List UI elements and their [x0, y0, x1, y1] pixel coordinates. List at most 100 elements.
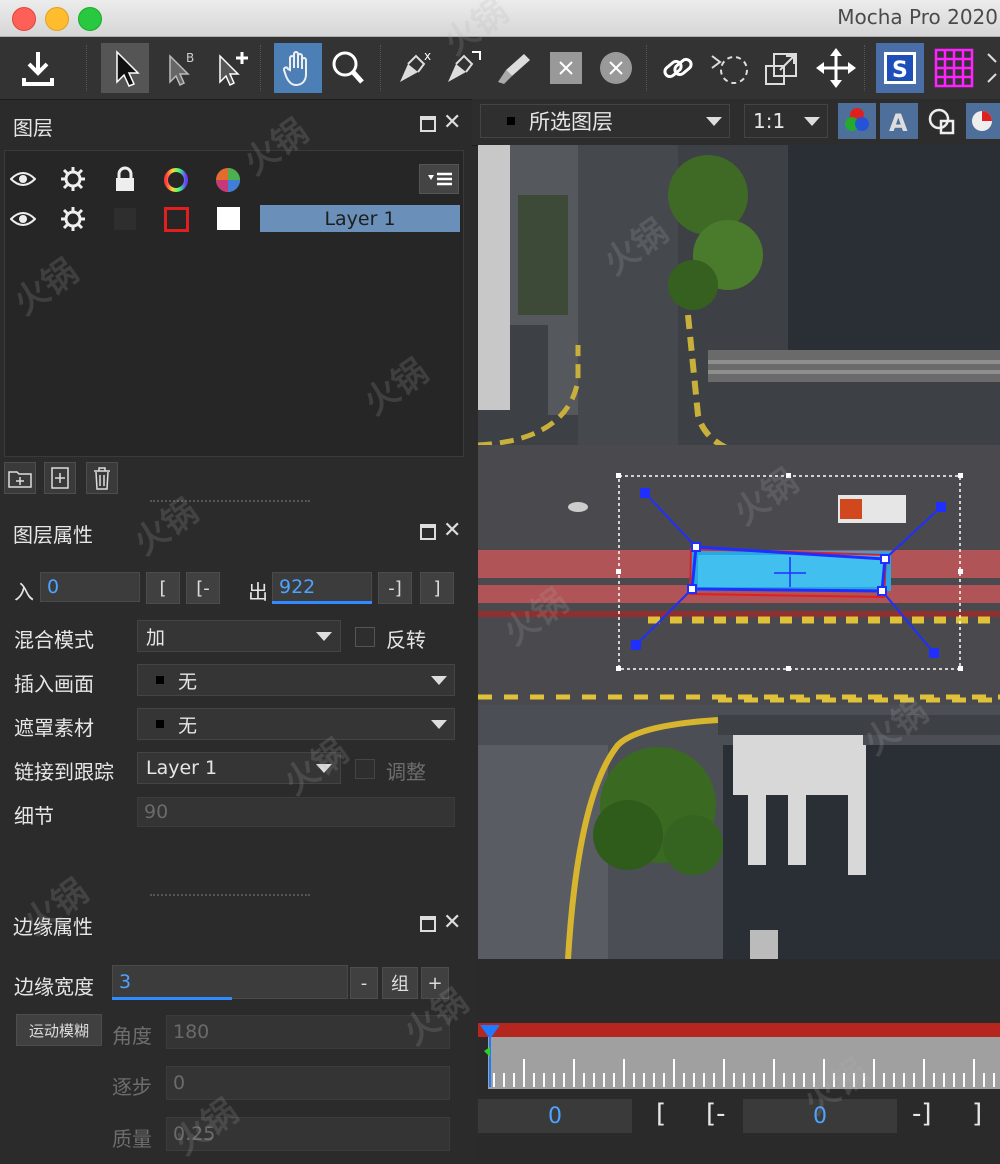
layer-menu-icon[interactable]: [419, 164, 459, 194]
angle-label: 角度: [112, 1024, 152, 1048]
pin-icon[interactable]: [420, 116, 436, 132]
invert-checkbox[interactable]: [355, 627, 375, 647]
fit-icon[interactable]: [984, 43, 1000, 93]
circle-x-icon[interactable]: [592, 43, 640, 93]
adjust-checkbox[interactable]: [355, 759, 375, 779]
layer-props-title: 图层属性: [13, 523, 93, 547]
timeline-set-in-button[interactable]: [-: [706, 1099, 726, 1129]
matte-clip-label: 遮罩素材: [14, 716, 94, 740]
toolbar-separator: [380, 45, 387, 91]
select-point-icon[interactable]: B: [156, 43, 204, 93]
timeline-in-bracket-button[interactable]: [: [656, 1099, 666, 1129]
layers-panel-title: 图层: [13, 116, 53, 140]
alpha-channel-icon[interactable]: A: [880, 103, 918, 139]
link-icon[interactable]: [654, 43, 702, 93]
step-field[interactable]: 0: [166, 1066, 450, 1100]
layer-lock-toggle[interactable]: [114, 208, 136, 230]
layer-swatch-icon: [507, 117, 515, 125]
color-palette-icon[interactable]: [214, 166, 242, 198]
close-icon[interactable]: ✕: [443, 910, 461, 935]
out-point-field[interactable]: 922: [272, 572, 372, 602]
layer-name-layer-1[interactable]: Layer 1: [260, 205, 460, 232]
view-layer-select[interactable]: 所选图层: [480, 104, 730, 138]
chevron-down-icon: [804, 117, 820, 126]
grid-icon[interactable]: [930, 43, 978, 93]
quality-field[interactable]: 0.25: [166, 1117, 450, 1151]
svg-text:x: x: [424, 49, 431, 63]
layer-visibility-icon[interactable]: [9, 208, 37, 234]
blend-mode-select[interactable]: 加: [137, 620, 341, 652]
toolbar-separator: [864, 45, 871, 91]
detail-field[interactable]: 90: [137, 797, 455, 827]
motion-blur-button[interactable]: 运动模糊: [16, 1014, 102, 1046]
new-layer-folder-icon[interactable]: [4, 462, 36, 494]
pin-icon[interactable]: [420, 524, 436, 540]
close-window-button[interactable]: [12, 7, 36, 31]
timeline-range-bar[interactable]: [478, 1023, 1000, 1037]
out-field-focus-line: [272, 601, 372, 604]
out-bracket-button[interactable]: ]: [420, 572, 454, 604]
close-icon[interactable]: ✕: [443, 518, 461, 543]
edge-width-field[interactable]: 3: [112, 965, 348, 999]
current-frame-field[interactable]: 0: [478, 1099, 632, 1133]
eye-icon[interactable]: [9, 168, 37, 194]
gear-icon[interactable]: [60, 166, 86, 196]
panel-divider: [150, 500, 310, 502]
clip-swatch-icon: [156, 720, 164, 728]
matte-clip-select[interactable]: 无: [137, 708, 455, 740]
select-arrow-icon[interactable]: [101, 43, 149, 93]
new-layer-icon[interactable]: [44, 462, 76, 494]
in-bracket-button[interactable]: [: [146, 572, 180, 604]
export-icon[interactable]: [14, 43, 62, 93]
brush-icon[interactable]: [490, 43, 538, 93]
lock-icon[interactable]: [114, 166, 136, 196]
zoom-icon[interactable]: [324, 43, 372, 93]
viewer-toolbar: 所选图层 1:1 A: [472, 99, 1000, 146]
zoom-window-button[interactable]: [78, 7, 102, 31]
delete-layer-icon[interactable]: [86, 462, 118, 494]
move-icon[interactable]: [812, 43, 860, 93]
pin-icon[interactable]: [420, 916, 436, 932]
bezier-pen-icon[interactable]: [440, 43, 488, 93]
timeline-out-bracket-button[interactable]: ]: [972, 1099, 982, 1129]
playhead-icon[interactable]: [478, 1025, 504, 1093]
rect-x-icon[interactable]: [542, 43, 590, 93]
mask-overlay-icon[interactable]: [966, 103, 1000, 139]
detail-label: 细节: [14, 804, 54, 828]
watermark: 火锅: [126, 491, 206, 564]
timeline-set-out-button[interactable]: -]: [912, 1099, 932, 1129]
set-in-button[interactable]: [-: [186, 572, 220, 604]
insert-icon[interactable]: [706, 43, 754, 93]
edge-width-plus-button[interactable]: +: [421, 967, 449, 999]
surface-s-icon[interactable]: S: [876, 43, 924, 93]
toolbar-separator: [646, 45, 653, 91]
layer-color-swatch[interactable]: [164, 207, 189, 232]
hand-pan-icon[interactable]: [274, 43, 322, 93]
link-to-track-value: Layer 1: [146, 757, 218, 779]
viewer-canvas[interactable]: [478, 145, 1000, 959]
scale-icon[interactable]: [758, 43, 806, 93]
add-point-icon[interactable]: [208, 43, 256, 93]
svg-text:A: A: [889, 109, 908, 137]
edge-width-group-button[interactable]: 组: [382, 967, 418, 999]
edge-width-minus-button[interactable]: -: [350, 967, 378, 999]
insert-clip-select[interactable]: 无: [137, 664, 455, 696]
in-point-field[interactable]: 0: [40, 572, 140, 602]
timeline-ruler[interactable]: [488, 1037, 1000, 1089]
close-icon[interactable]: ✕: [443, 110, 461, 135]
set-out-button[interactable]: -]: [378, 572, 412, 604]
layer-process-gear-icon[interactable]: [60, 206, 86, 236]
out-label: 出: [248, 580, 268, 604]
xspline-pen-icon[interactable]: x: [392, 43, 440, 93]
link-to-track-select[interactable]: Layer 1: [137, 752, 341, 784]
toolbar-separator: [86, 45, 93, 91]
overlay-icon[interactable]: [924, 103, 962, 139]
layer-matte-color[interactable]: [217, 207, 240, 230]
color-wheel-icon[interactable]: [162, 166, 190, 198]
matte-clip-value: 无: [178, 714, 198, 737]
rgb-channels-icon[interactable]: [838, 103, 876, 139]
out-frame-field[interactable]: 0: [743, 1099, 897, 1133]
blend-mode-label: 混合模式: [14, 628, 94, 652]
minimize-window-button[interactable]: [45, 7, 69, 31]
angle-field[interactable]: 180: [166, 1015, 450, 1049]
